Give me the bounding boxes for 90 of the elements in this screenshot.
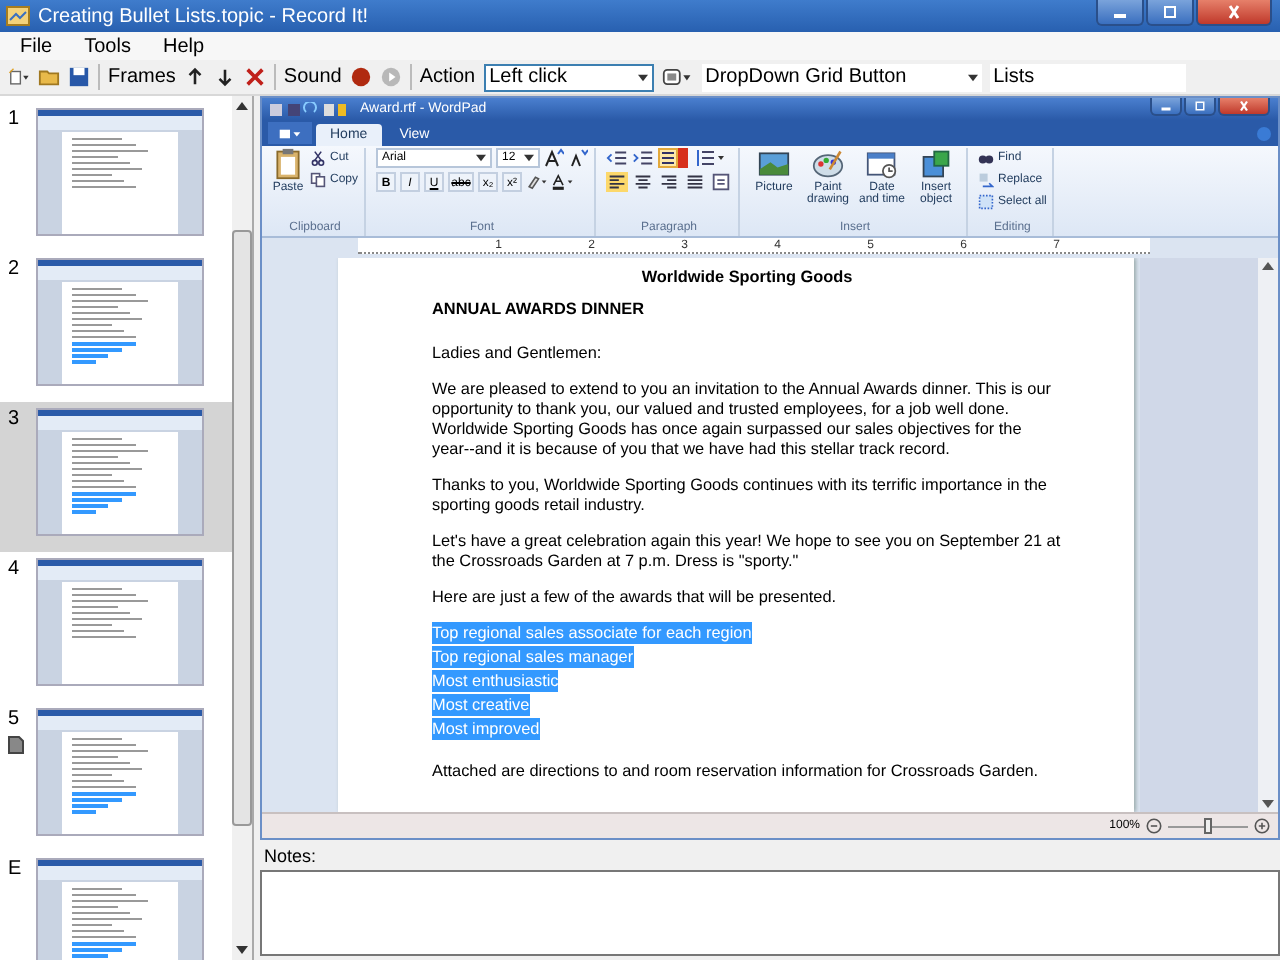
- scroll-up-arrow-icon[interactable]: [236, 102, 248, 110]
- document-heading: Worldwide Sporting Goods: [639, 268, 855, 288]
- align-center-icon[interactable]: [632, 172, 655, 192]
- line-spacing-icon[interactable]: [694, 148, 727, 168]
- clipboard-icon: [272, 148, 304, 180]
- align-right-icon[interactable]: [658, 172, 681, 192]
- frame-number: 4: [8, 558, 22, 580]
- caret-icon: [524, 154, 535, 162]
- quick-access-icon[interactable]: [268, 101, 348, 117]
- highlighter-icon[interactable]: [526, 172, 549, 192]
- scroll-up-arrow-icon[interactable]: [1262, 262, 1274, 270]
- paragraph: We are pleased to extend to you an invitation to the Annual Awards dinner. This is our opportunity to thank you, our valued and trusted employees, for a job well done. Worldwide Sporting Goods has once again surpassed our sales objectives for the year--and it is because of you that we have had this stellar track record.: [432, 380, 1054, 460]
- up-arrow-icon[interactable]: [183, 66, 206, 88]
- notes-label: Notes:: [262, 846, 319, 866]
- caret-icon: [476, 154, 487, 162]
- menu-item[interactable]: Tools: [84, 35, 131, 57]
- document-subheading: ANNUAL AWARDS DINNER: [432, 300, 646, 320]
- scroll-down-arrow-icon[interactable]: [1262, 800, 1274, 808]
- shrink-font-icon[interactable]: [568, 148, 589, 168]
- frame-item[interactable]: 3: [0, 402, 232, 552]
- down-arrow-icon[interactable]: [213, 66, 236, 88]
- delete-icon[interactable]: [243, 66, 266, 88]
- action-dropdown[interactable]: Left click: [483, 63, 654, 91]
- paragraph: Attached are directions to and room reservation information for Crossroads Garden.: [432, 762, 1041, 782]
- frame-item[interactable]: 2: [0, 252, 232, 402]
- frame-number: 5: [8, 708, 22, 730]
- maximize-icon: [1160, 4, 1180, 20]
- frame-item[interactable]: 1: [0, 102, 232, 252]
- action-label: Action: [419, 66, 476, 88]
- scrollbar[interactable]: [1258, 258, 1278, 812]
- close-icon: [1224, 4, 1244, 20]
- control-type-icon[interactable]: [661, 66, 694, 88]
- palette-icon: [812, 148, 845, 180]
- window-title: Creating Bullet Lists.topic - Record It!: [38, 5, 371, 27]
- zoom-slider-thumb[interactable]: [1204, 817, 1212, 833]
- calendar-clock-icon: [866, 148, 899, 180]
- replace-icon: [978, 172, 995, 188]
- document-caret-icon: [278, 127, 302, 139]
- decrease-indent-icon[interactable]: [606, 148, 629, 168]
- zoom-in-icon[interactable]: [1254, 818, 1270, 834]
- menu-item[interactable]: File: [20, 35, 53, 57]
- zoom-out-icon[interactable]: [1146, 818, 1162, 834]
- object-icon: [920, 148, 953, 180]
- frames-label: Frames: [108, 66, 176, 88]
- close-icon: [1236, 100, 1252, 112]
- select-all-icon: [978, 194, 995, 210]
- close-button[interactable]: [1218, 98, 1270, 116]
- frame-item[interactable]: 5: [0, 702, 232, 852]
- minimize-button[interactable]: [1096, 0, 1144, 26]
- scrollbar[interactable]: [232, 96, 252, 960]
- save-icon[interactable]: [68, 66, 90, 88]
- grow-font-icon[interactable]: [544, 148, 565, 168]
- font-color-icon[interactable]: [552, 172, 575, 192]
- folder-icon[interactable]: [38, 66, 60, 88]
- frame-number: E: [8, 858, 24, 880]
- caret-icon: [967, 73, 978, 81]
- record-icon[interactable]: [349, 66, 372, 88]
- sound-label: Sound: [283, 66, 342, 88]
- menu-item[interactable]: Help: [162, 35, 205, 57]
- increase-indent-icon[interactable]: [632, 148, 655, 168]
- app-menu-button[interactable]: [268, 122, 312, 144]
- paragraph: Ladies and Gentlemen:: [432, 344, 604, 364]
- frame-number: 1: [8, 108, 22, 130]
- copy-icon: [310, 172, 326, 188]
- app-icon: [6, 6, 30, 26]
- paragraph: Here are just a few of the awards that will be presented.: [432, 588, 839, 608]
- frame-number: 2: [8, 258, 22, 280]
- picture-icon: [758, 148, 791, 180]
- list-icon[interactable]: [658, 148, 691, 168]
- justify-icon[interactable]: [684, 172, 707, 192]
- maximize-button[interactable]: [1146, 0, 1194, 26]
- align-left-icon[interactable]: [606, 172, 629, 192]
- paragraph-icon[interactable]: [710, 172, 733, 192]
- paragraph: Thanks to you, Worldwide Sporting Goods continues with its terrific importance in the sporting goods retail industry.: [432, 476, 1049, 516]
- scissors-icon: [310, 150, 326, 166]
- control-name-field[interactable]: Lists: [989, 63, 1186, 91]
- binoculars-icon: [978, 150, 995, 166]
- frame-number: 3: [8, 408, 22, 430]
- frame-item[interactable]: E: [0, 852, 232, 960]
- notes-field[interactable]: [260, 870, 1280, 956]
- frame-item[interactable]: 4: [0, 552, 232, 702]
- close-button[interactable]: [1196, 0, 1272, 26]
- maximize-icon: [1192, 100, 1208, 112]
- maximize-button[interactable]: [1184, 98, 1216, 116]
- new-frame-icon[interactable]: [8, 66, 30, 88]
- control-type-dropdown[interactable]: DropDown Grid Button: [701, 63, 982, 91]
- minimize-button[interactable]: [1150, 98, 1182, 116]
- scroll-down-arrow-icon[interactable]: [236, 946, 248, 954]
- caret-icon: [637, 73, 648, 81]
- paragraph: Let's have a great celebration again this year! We hope to see you on September 21 at the Crossroads Garden at 7 p.m. Dress is "sporty.": [432, 532, 1062, 572]
